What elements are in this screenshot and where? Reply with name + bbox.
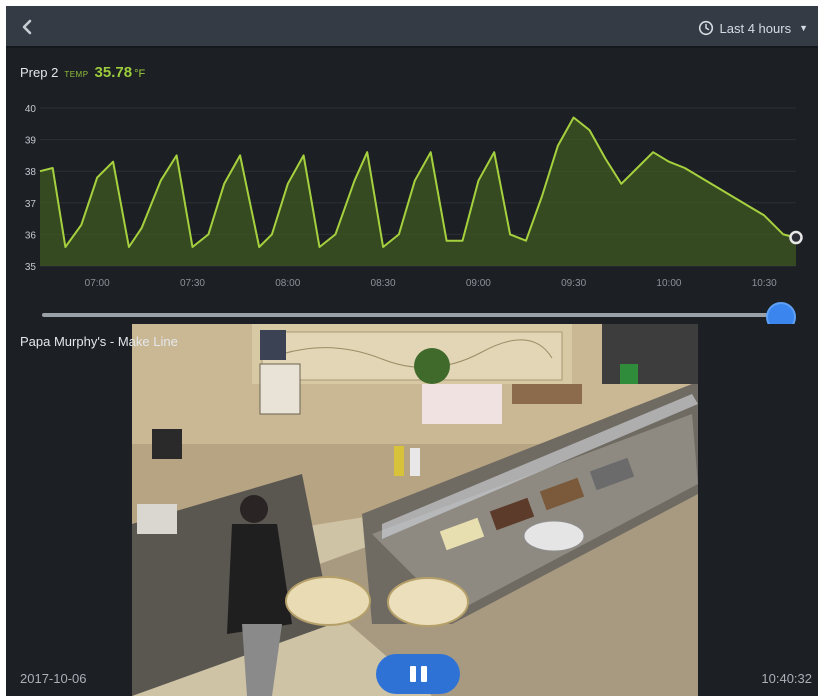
slider-track[interactable]	[42, 313, 784, 317]
camera-feed-image	[132, 324, 698, 696]
x-tick-label: 09:00	[466, 278, 491, 289]
app-window: Last 4 hours ▼ 40 39 38 37 36 35 07:00 07:30 08:…	[6, 6, 818, 696]
video-date: 2017-10-06	[20, 671, 87, 686]
x-tick-label: 09:30	[561, 278, 586, 289]
clock-icon	[698, 20, 713, 36]
current-temperature: 35.78	[94, 64, 133, 81]
pause-icon	[409, 666, 416, 682]
x-tick-label: 07:30	[180, 278, 205, 289]
pause-button[interactable]	[376, 654, 460, 694]
y-tick-label: 35	[25, 262, 37, 273]
camera-title: Papa Murphy's - Make Line	[20, 334, 178, 349]
y-tick-label: 40	[25, 104, 37, 115]
temperature-unit: °F	[134, 68, 146, 80]
camera-video-frame[interactable]	[132, 324, 698, 696]
x-tick-label: 07:00	[85, 278, 110, 289]
caret-down-icon: ▼	[799, 23, 808, 33]
y-tick-label: 39	[25, 136, 37, 147]
x-tick-label: 08:30	[371, 278, 396, 289]
x-tick-label: 08:00	[275, 278, 300, 289]
temperature-chart: 40 39 38 37 36 35 07:00 07:30 08:00 08:30 09:00 09:…	[25, 104, 803, 289]
x-tick-label: 10:30	[752, 278, 777, 289]
temperature-chart-panel: 40 39 38 37 36 35 07:00 07:30 08:00 08:30 09:00 09:…	[6, 50, 818, 320]
pause-icon-bar	[420, 666, 427, 682]
time-range-dropdown[interactable]: Last 4 hours ▼	[698, 18, 808, 38]
y-tick-label: 37	[25, 199, 37, 210]
time-range-label: Last 4 hours	[719, 20, 792, 36]
current-value-marker	[789, 230, 803, 245]
camera-panel: Papa Murphy's - Make Line 2017-10-06 10:…	[6, 324, 818, 696]
top-bar: Last 4 hours ▼	[6, 6, 818, 48]
chart-header: Prep 2 TEMP 35.78 °F	[20, 64, 145, 81]
back-button[interactable]	[16, 16, 38, 38]
x-tick-label: 10:00	[656, 278, 681, 289]
y-tick-label: 38	[25, 167, 37, 178]
sensor-name: Prep 2	[20, 65, 59, 80]
y-tick-label: 36	[25, 230, 37, 241]
metric-label: TEMP	[64, 70, 89, 79]
video-time: 10:40:32	[761, 671, 812, 686]
chevron-left-icon	[22, 19, 32, 35]
